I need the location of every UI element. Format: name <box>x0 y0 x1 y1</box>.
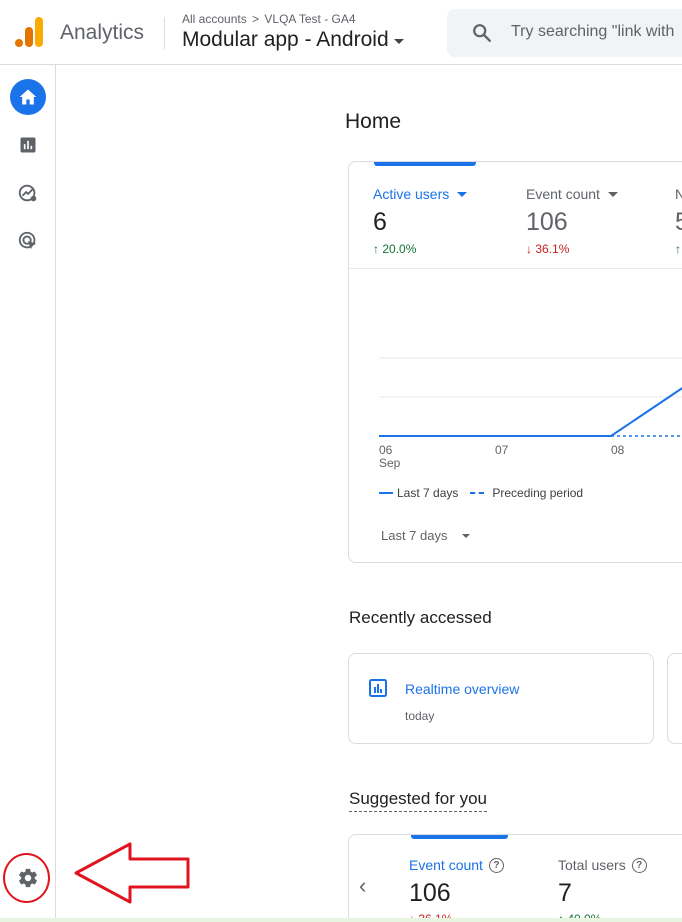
advertising-icon <box>18 231 37 250</box>
nav-home[interactable] <box>10 79 46 115</box>
chevron-down-icon <box>461 533 470 538</box>
metric-label-text: Event count <box>409 857 483 873</box>
active-tab-indicator <box>374 162 476 166</box>
nav-advertising[interactable] <box>10 223 46 259</box>
metric-tab-active-users[interactable]: Active users 6 ↑ 20.0% <box>373 186 468 256</box>
metric-label-text: N <box>675 186 682 202</box>
chevron-left-icon[interactable]: ‹ <box>359 873 366 899</box>
metric-label: Total users ? <box>558 857 647 873</box>
legend-previous: Preceding period <box>492 486 584 500</box>
metric-change-value: 20.0% <box>382 242 417 256</box>
metric-label: Active users <box>373 186 468 202</box>
nav-explore[interactable] <box>10 175 46 211</box>
arrow-up-icon: ↑ <box>373 242 379 256</box>
metric-change: ↑ 20.0% <box>373 242 467 256</box>
metric-change: ↑ <box>675 242 682 256</box>
metric-value: 106 <box>409 879 451 907</box>
metric-tab-third[interactable]: N 5 ↑ <box>675 186 682 256</box>
analytics-logo-icon[interactable] <box>15 17 43 47</box>
product-name: Analytics <box>60 21 145 44</box>
metric-value: 106 <box>526 208 568 236</box>
search-bar[interactable]: Try searching "link with <box>447 9 682 57</box>
legend-current: Last 7 days <box>397 486 459 500</box>
breadcrumb-root[interactable]: All accounts <box>182 12 247 26</box>
chart-legend: Last 7 days Preceding period <box>379 486 583 500</box>
metric-label-text: Event count <box>526 186 600 202</box>
arrow-up-icon: ↑ <box>675 242 681 256</box>
suggested-title[interactable]: Suggested for you <box>349 789 487 812</box>
help-icon[interactable]: ? <box>488 857 504 873</box>
breadcrumb-separator: > <box>252 12 260 26</box>
chart-x-tick-sublabel: Sep <box>379 456 401 470</box>
recent-item-title[interactable]: Realtime overview <box>405 681 519 697</box>
suggested-metric-event-count[interactable]: Event count ? 106 ↓ 36.1% <box>409 857 504 922</box>
chart-x-tick-label: 06 <box>379 443 393 457</box>
left-nav-rail <box>0 65 56 922</box>
explore-icon <box>18 184 37 202</box>
arrow-down-icon: ↓ <box>526 242 532 256</box>
metric-change-value: 36.1% <box>535 242 570 256</box>
recent-item-card-partial[interactable] <box>667 653 682 744</box>
search-placeholder: Try searching "link with <box>511 23 675 40</box>
metric-value: 5 <box>675 208 682 237</box>
annotation-circle <box>3 853 50 903</box>
realtime-report-icon <box>369 679 387 697</box>
analytics-page: Analytics All accounts > VLQA Test - GA4… <box>0 0 682 922</box>
chart-x-tick-label: 08 <box>611 443 625 457</box>
legend-swatch-solid <box>379 492 393 494</box>
active-tab-indicator <box>411 835 508 839</box>
suggested-metric-total-users[interactable]: Total users ? 7 ↑ 40.0% <box>558 857 647 922</box>
metric-value: 7 <box>558 879 572 907</box>
metric-label-text: Active users <box>373 186 450 202</box>
header-divider <box>164 17 165 49</box>
breadcrumb[interactable]: All accounts > VLQA Test - GA4 <box>182 12 356 26</box>
active-users-chart: 06Sep 07 08 <box>379 357 682 470</box>
chevron-down-icon <box>393 39 404 44</box>
metric-label: Event count ? <box>409 857 504 873</box>
help-icon[interactable]: ? <box>631 857 647 873</box>
suggested-card: ‹ Event count ? 106 ↓ 36.1% Total users … <box>348 834 682 922</box>
recent-item-timestamp: today <box>405 709 435 723</box>
metric-label-text: Total users <box>558 857 626 873</box>
recently-accessed-title: Recently accessed <box>349 608 492 627</box>
top-app-bar: Analytics All accounts > VLQA Test - GA4… <box>0 0 682 65</box>
chevron-down-icon <box>457 191 468 197</box>
date-range-selector[interactable]: Last 7 days <box>381 528 470 543</box>
reports-icon <box>20 137 36 153</box>
overview-card: Active users 6 ↑ 20.0% Event count 106 ↓… <box>348 161 682 563</box>
property-name: Modular app - Android <box>182 28 389 51</box>
metric-value: 6 <box>373 208 387 236</box>
legend-swatch-dashed <box>470 492 485 494</box>
recent-item-card[interactable]: Realtime overview today <box>348 653 654 744</box>
date-range-label: Last 7 days <box>381 528 448 543</box>
home-icon <box>19 89 37 105</box>
page-title: Home <box>345 110 402 133</box>
breadcrumb-account[interactable]: VLQA Test - GA4 <box>264 12 355 26</box>
metric-change: ↓ 36.1% <box>526 242 618 256</box>
bottom-strip <box>0 918 682 922</box>
chart-x-tick-label: 07 <box>495 443 509 457</box>
metric-tab-event-count[interactable]: Event count 106 ↓ 36.1% <box>526 186 618 256</box>
chevron-down-icon <box>607 191 618 197</box>
annotation-arrow-icon <box>74 842 190 904</box>
metric-label: Event count <box>526 186 618 202</box>
search-icon <box>473 24 491 42</box>
metric-label: N <box>675 186 682 202</box>
nav-reports[interactable] <box>10 127 46 163</box>
property-selector[interactable]: Modular app - Android <box>182 28 404 52</box>
